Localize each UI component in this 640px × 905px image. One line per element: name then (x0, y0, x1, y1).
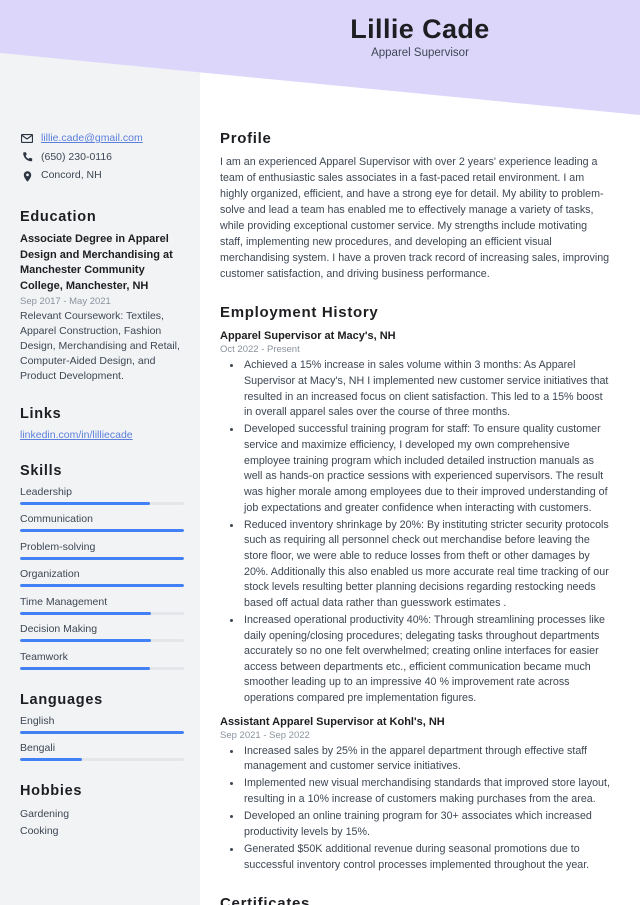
language-bar-fill (20, 758, 83, 762)
skill-bar-fill (20, 666, 150, 670)
contact-phone-row: (650) 230-0116 (20, 151, 184, 165)
map-pin-icon (20, 170, 34, 182)
skills-heading: Skills (20, 462, 63, 479)
skill-label: Organization (20, 568, 80, 581)
skill-bar-fill (20, 584, 184, 588)
education-date: Sep 2017 - May 2021 (20, 296, 111, 308)
job-bullet: Increased sales by 25% in the apparel de… (242, 744, 612, 775)
language-bar-fill (20, 730, 184, 734)
language-label: Bengali (20, 742, 56, 755)
location-value: Concord, NH (41, 169, 102, 182)
contact-location-row: Concord, NH (20, 169, 184, 183)
email-link[interactable]: lillie.cade@gmail.com (41, 132, 143, 146)
languages-heading: Languages (20, 691, 103, 708)
resume-document: Lillie Cade Apparel Supervisor lillie.ca… (0, 0, 640, 905)
job-bullet: Achieved a 15% increase in sales volume … (242, 358, 612, 421)
skill-bar-fill (20, 556, 184, 560)
skill-bar-track (20, 639, 184, 643)
hobby-item: Gardening (20, 808, 70, 821)
skill-item: Decision Making (20, 623, 184, 643)
skill-label: Decision Making (20, 623, 98, 636)
skill-item: Organization (20, 568, 184, 588)
skill-bar-track (20, 556, 184, 560)
skill-item: Problem-solving (20, 541, 184, 560)
language-label: English (20, 714, 55, 727)
job-bullets: Achieved a 15% increase in sales volume … (220, 358, 612, 706)
skill-bar-track (20, 501, 184, 505)
skill-label: Teamwork (20, 650, 68, 663)
contact-email-row: lillie.cade@gmail.com (20, 132, 184, 146)
skill-item: Time Management (20, 596, 184, 615)
skill-bar-fill (20, 639, 152, 643)
links-heading: Links (20, 405, 62, 422)
skill-label: Problem-solving (20, 540, 96, 553)
languages-list: English Bengali (20, 715, 184, 762)
language-bar-track (20, 758, 184, 762)
education-entry: Associate Degree in Apparel Design and M… (20, 232, 184, 384)
job-date: Sep 2021 - Sep 2022 (220, 729, 310, 741)
skill-bar-fill (20, 611, 152, 615)
education-description: Relevant Coursework: Textiles, Apparel C… (20, 310, 180, 382)
job-bullet: Developed successful training program fo… (242, 422, 612, 516)
language-bar-track (20, 730, 184, 734)
phone-icon (20, 151, 34, 163)
main-content: Profile I am an experienced Apparel Supe… (200, 0, 640, 905)
job-bullet: Generated $50K additional revenue during… (242, 842, 612, 873)
job-date: Oct 2022 - Present (220, 344, 300, 356)
envelope-icon (20, 133, 34, 145)
skill-item: Teamwork (20, 651, 184, 670)
certificates-heading: Certificates (220, 895, 311, 905)
job-title: Assistant Apparel Supervisor at Kohl's, … (220, 715, 445, 728)
skill-label: Leadership (20, 485, 72, 498)
skills-list: Leadership Communication Problem-solving… (20, 486, 184, 670)
phone-value: (650) 230-0116 (41, 150, 113, 163)
job-bullet: Implemented new visual merchandising sta… (242, 776, 612, 807)
job-bullet: Increased operational productivity 40%: … (242, 613, 612, 707)
skill-label: Communication (20, 513, 93, 526)
skill-bar-track (20, 584, 184, 588)
skill-item: Communication (20, 513, 184, 533)
job-bullets: Increased sales by 25% in the apparel de… (220, 744, 612, 874)
hobby-item: Cooking (20, 825, 59, 838)
job-bullet: Reduced inventory shrinkage by 20%: By i… (242, 518, 612, 612)
language-item: Bengali (20, 742, 184, 762)
skill-bar-fill (20, 501, 150, 505)
profile-text: I am an experienced Apparel Supervisor w… (220, 156, 610, 281)
skill-label: Time Management (20, 595, 108, 608)
education-heading: Education (20, 208, 97, 225)
skill-bar-track (20, 611, 184, 615)
skill-bar-track (20, 529, 184, 533)
skill-bar-track (20, 666, 184, 670)
job-title: Apparel Supervisor at Macy's, NH (220, 330, 396, 343)
sidebar: lillie.cade@gmail.com (650) 230-0116 Con… (0, 0, 200, 840)
link-item-linkedin[interactable]: linkedin.com/in/lilliecade (20, 429, 184, 441)
employment-entry: Assistant Apparel Supervisor at Kohl's, … (220, 716, 612, 874)
employment-entry: Apparel Supervisor at Macy's, NH Oct 202… (220, 330, 612, 706)
skill-item: Leadership (20, 486, 184, 505)
education-degree: Associate Degree in Apparel Design and M… (20, 232, 173, 292)
skill-bar-fill (20, 529, 184, 533)
job-bullet: Developed an online training program for… (242, 809, 612, 840)
profile-heading: Profile (220, 130, 272, 147)
employment-heading: Employment History (220, 304, 379, 322)
language-item: English (20, 715, 184, 734)
hobbies-heading: Hobbies (20, 783, 83, 800)
